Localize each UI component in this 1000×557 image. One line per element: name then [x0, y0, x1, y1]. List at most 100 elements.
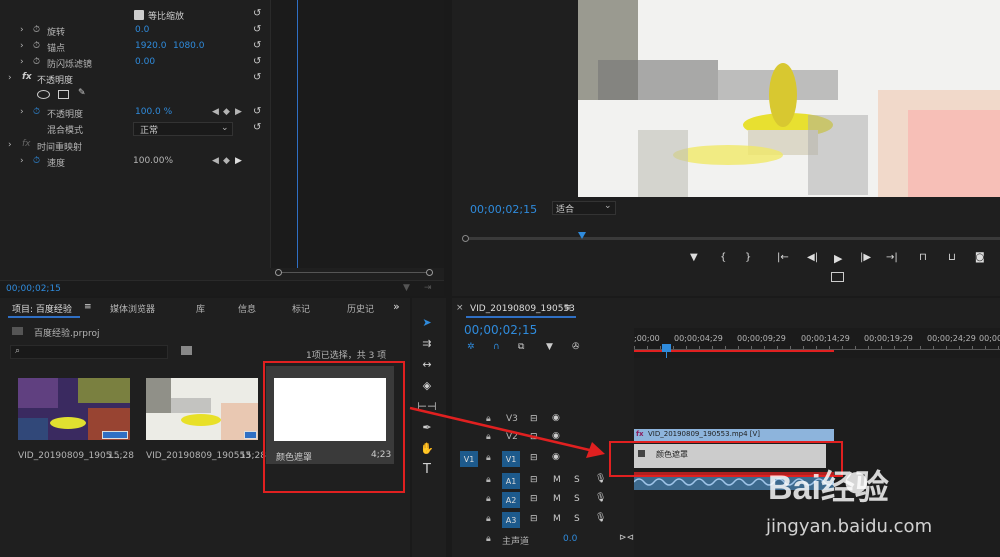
go-to-in-icon[interactable]: |←	[777, 252, 789, 263]
expand-arrow-icon[interactable]: ›	[20, 156, 24, 166]
wrench-icon[interactable]: ✇	[572, 342, 580, 352]
stopwatch-icon[interactable]: ⏱	[33, 41, 40, 51]
magnet-icon[interactable]: ∩	[493, 342, 500, 352]
project-item-2[interactable]: VID_20190809_190553 15;28	[146, 378, 266, 461]
solo-button[interactable]: S	[574, 494, 580, 504]
keyframe-add-icon[interactable]: ◆	[223, 156, 230, 166]
reset-icon[interactable]: ↺	[253, 56, 261, 67]
expand-arrow-icon[interactable]: ›	[20, 25, 24, 35]
stopwatch-icon[interactable]: ⏱	[33, 57, 40, 67]
expand-arrow-icon[interactable]: ›	[8, 140, 12, 150]
expand-arrow-icon[interactable]: ›	[8, 73, 12, 83]
keyframe-prev-icon[interactable]: ◀	[212, 156, 219, 166]
program-playhead[interactable]	[578, 232, 586, 239]
mute-button[interactable]: M	[553, 514, 561, 524]
camera-icon[interactable]: ◙	[975, 252, 985, 263]
stopwatch-icon[interactable]: ⏱	[33, 25, 40, 35]
export-icon[interactable]: ⇥	[424, 283, 432, 293]
expand-arrow-icon[interactable]: ›	[20, 107, 24, 117]
rotation-value[interactable]: 0.0	[135, 25, 149, 35]
lock-icon[interactable]: 🔒︎	[486, 514, 491, 524]
track-label-a3[interactable]: A3	[502, 512, 520, 528]
mark-out-icon[interactable]: }	[745, 252, 751, 263]
tab-overflow-icon[interactable]: »	[393, 300, 400, 313]
lock-icon[interactable]: 🔒︎	[486, 475, 491, 485]
reset-icon[interactable]: ↺	[253, 72, 261, 83]
mic-icon[interactable]: 🎙︎	[595, 474, 606, 484]
ripple-edit-tool-icon[interactable]: ↔	[418, 355, 436, 373]
playhead-marker[interactable]	[662, 344, 671, 352]
mark-in-icon[interactable]: {	[720, 252, 726, 263]
add-marker-icon[interactable]: ▼	[546, 342, 553, 352]
stopwatch-icon[interactable]: ⏱	[33, 156, 40, 166]
opacity-value[interactable]: 100.0 %	[135, 107, 172, 117]
sequence-tab[interactable]: VID_20190809_190553	[470, 304, 575, 314]
reset-icon[interactable]: ↺	[253, 8, 261, 19]
rectangle-mask-icon[interactable]	[58, 90, 69, 99]
lock-icon[interactable]: 🔒︎	[486, 534, 491, 544]
reset-icon[interactable]: ↺	[253, 106, 261, 117]
tab-menu-icon[interactable]: ≡	[84, 302, 92, 312]
tab-project[interactable]: 项目: 百度经验	[12, 302, 72, 315]
mic-icon[interactable]: 🎙︎	[595, 493, 606, 503]
timeline-timecode[interactable]: 00;00;02;15	[464, 323, 537, 337]
reset-icon[interactable]: ↺	[253, 24, 261, 35]
button-editor-icon[interactable]	[831, 272, 844, 282]
mic-icon[interactable]: 🎙︎	[595, 513, 606, 523]
reset-icon[interactable]: ↺	[253, 40, 261, 51]
tab-media-browser[interactable]: 媒体浏览器	[110, 302, 155, 315]
go-to-out-icon[interactable]: →|	[886, 252, 898, 263]
master-value[interactable]: 0.0	[563, 534, 577, 544]
uniform-scale-checkbox[interactable]	[134, 10, 144, 20]
go-to-end-icon[interactable]: ⊳⊲	[619, 533, 634, 543]
clip-video-v2[interactable]: fx VID_20190809_190553.mp4 [V]	[634, 429, 834, 441]
expand-arrow-icon[interactable]: ›	[20, 41, 24, 51]
razor-tool-icon[interactable]: ◈	[418, 376, 436, 394]
step-back-icon[interactable]: ◀|	[807, 252, 818, 263]
time-ruler[interactable]: ;00;00 00;00;04;29 00;00;09;29 00;00;14;…	[634, 328, 1000, 358]
ellipse-mask-icon[interactable]	[37, 90, 50, 99]
sync-icon[interactable]: ⊟	[530, 514, 538, 524]
linked-selection-icon[interactable]: ⧉	[518, 342, 524, 352]
effect-timecode[interactable]: 00;00;02;15	[6, 284, 61, 294]
selection-tool-icon[interactable]: ➤	[418, 313, 436, 331]
tab-menu-icon[interactable]: ≡	[564, 303, 572, 313]
tab-library[interactable]: 库	[196, 302, 205, 315]
anchor-x-value[interactable]: 1920.0	[135, 41, 167, 51]
type-tool-icon[interactable]: T	[418, 460, 436, 478]
lock-icon[interactable]: 🔒︎	[486, 494, 491, 504]
effect-scrollbar[interactable]	[275, 269, 433, 276]
pen-mask-icon[interactable]: ✎	[78, 88, 86, 98]
mute-button[interactable]: M	[553, 494, 561, 504]
tab-history[interactable]: 历史记	[347, 302, 374, 315]
sync-icon[interactable]: ⊟	[530, 475, 538, 485]
tab-markers[interactable]: 标记	[292, 302, 310, 315]
keyframe-next-icon[interactable]: ▶	[235, 107, 242, 117]
search-input[interactable]	[10, 345, 168, 359]
solo-button[interactable]: S	[574, 514, 580, 524]
new-bin-icon[interactable]	[181, 346, 192, 355]
step-forward-icon[interactable]: |▶	[860, 252, 871, 263]
keyframe-next-icon[interactable]: ▶	[235, 156, 242, 166]
program-scrub-bar[interactable]	[462, 232, 1000, 242]
play-icon[interactable]: ▶	[834, 252, 842, 265]
anchor-y-value[interactable]: 1080.0	[173, 41, 205, 51]
speed-value[interactable]: 100.00%	[133, 156, 173, 166]
reset-icon[interactable]: ↺	[253, 122, 261, 133]
snap-icon[interactable]: ✲	[467, 342, 475, 352]
track-label-a2[interactable]: A2	[502, 492, 520, 508]
sync-icon[interactable]: ⊟	[530, 494, 538, 504]
marker-icon[interactable]: ▼	[690, 252, 698, 263]
solo-button[interactable]: S	[574, 475, 580, 485]
expand-arrow-icon[interactable]: ›	[20, 57, 24, 67]
stopwatch-icon[interactable]: ⏱	[33, 107, 40, 117]
track-label-a1[interactable]: A1	[502, 473, 520, 489]
mute-button[interactable]: M	[553, 475, 561, 485]
project-item-1[interactable]: VID_20190809_1905... 15;28	[18, 378, 134, 461]
program-timecode[interactable]: 00;00;02;15	[470, 203, 537, 216]
track-select-tool-icon[interactable]: ⇉	[418, 334, 436, 352]
keyframe-prev-icon[interactable]: ◀	[212, 107, 219, 117]
extract-icon[interactable]: ⊔	[948, 252, 956, 263]
lift-icon[interactable]: ⊓	[919, 252, 927, 263]
antiflicker-value[interactable]: 0.00	[135, 57, 155, 67]
